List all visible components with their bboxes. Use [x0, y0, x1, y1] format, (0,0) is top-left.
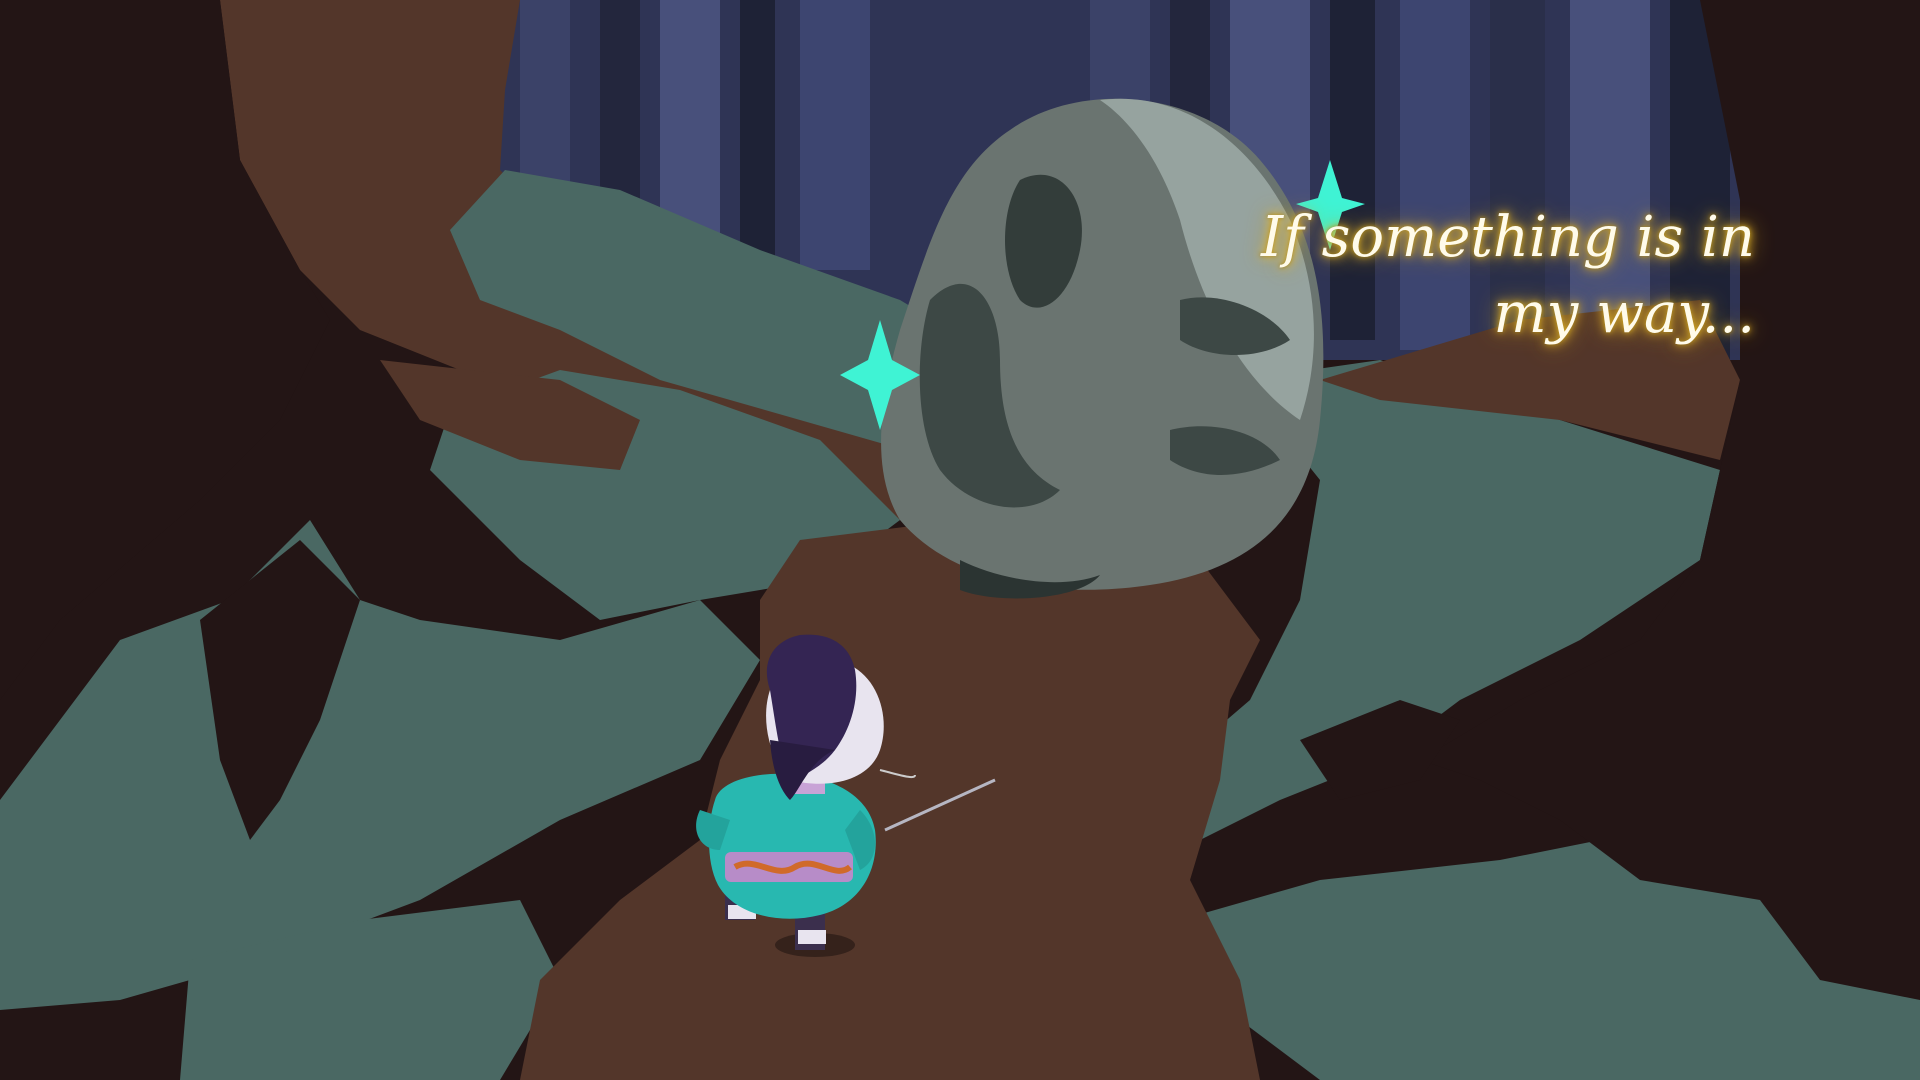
- dialogue-line-2: my way...: [1493, 281, 1755, 346]
- game-scene: [0, 0, 1920, 1080]
- dialogue-text: If something is in my way...: [1195, 200, 1755, 352]
- dialogue-line-1: If something is in: [1261, 205, 1755, 270]
